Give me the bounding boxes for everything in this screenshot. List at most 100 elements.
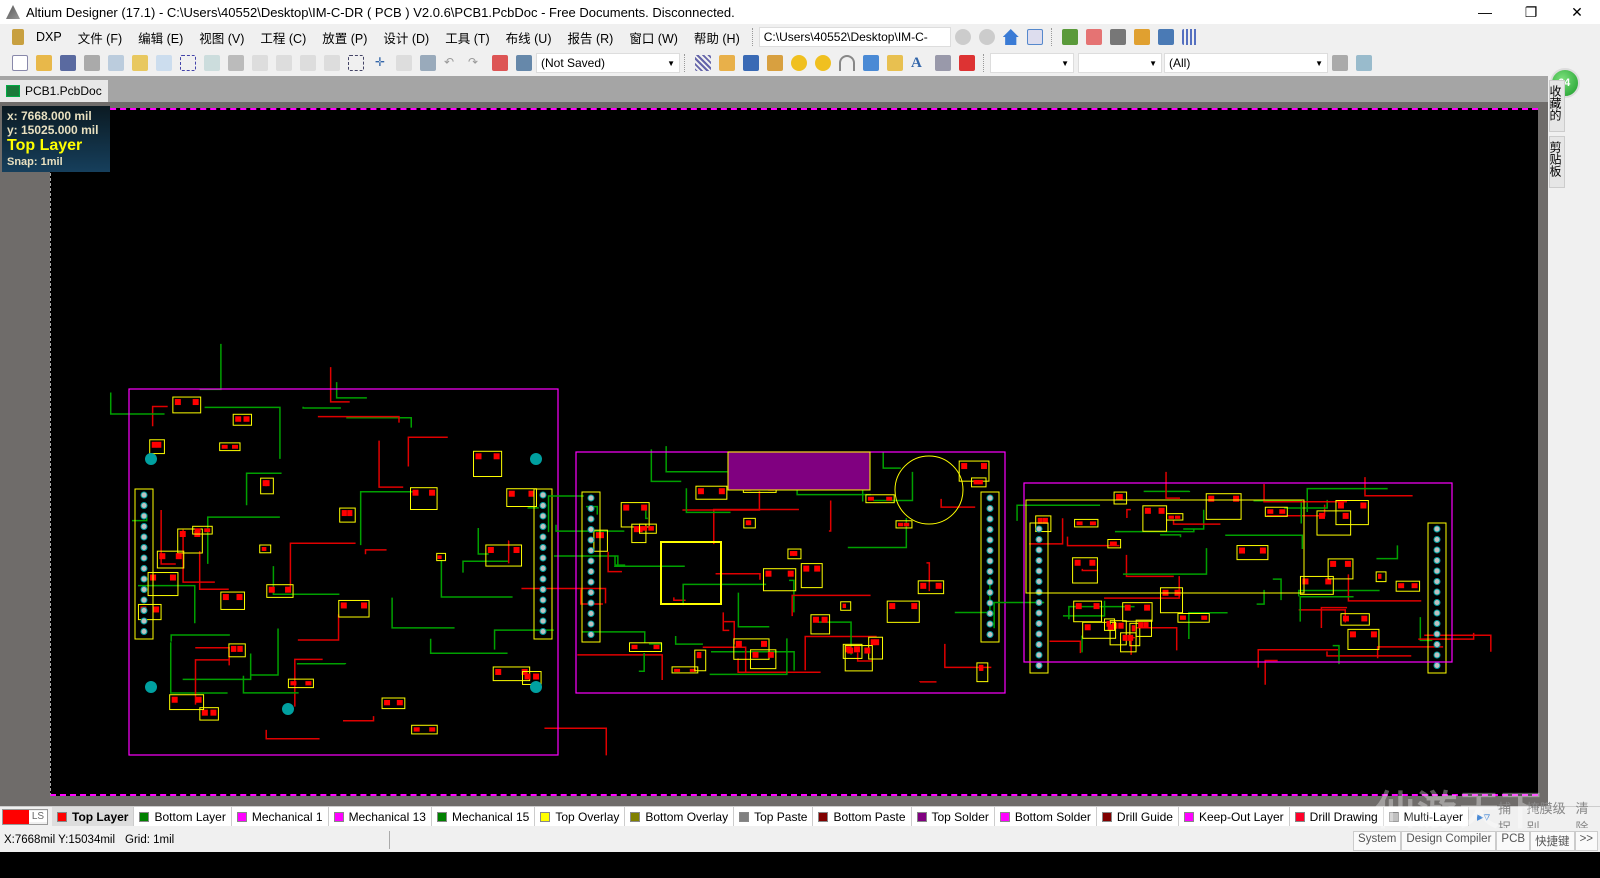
zoom-area-icon[interactable]	[180, 55, 196, 71]
redo-icon[interactable]: ↷	[468, 55, 484, 71]
menu-view[interactable]: 视图 (V)	[191, 28, 252, 47]
home-icon[interactable]	[1002, 29, 1019, 45]
zoom-fit-icon[interactable]	[156, 55, 172, 71]
cross-probe-icon[interactable]	[492, 55, 508, 71]
layer-tab-top-solder[interactable]: Top Solder	[911, 807, 995, 826]
rubber-stamp-icon[interactable]	[324, 55, 340, 71]
zoom-filter-icon[interactable]	[228, 55, 244, 71]
diff-pair-icon[interactable]	[719, 55, 735, 71]
path-combo[interactable]: C:\Users\40552\Desktop\IM-C-	[758, 27, 951, 47]
header-pin	[1035, 609, 1043, 617]
tab-pcb1[interactable]: PCB1.PcbDoc	[0, 80, 108, 102]
filter-dropdown-2[interactable]: ▼	[1078, 53, 1162, 73]
cut-icon[interactable]	[252, 55, 268, 71]
string-icon[interactable]: A	[911, 55, 927, 71]
trace	[346, 417, 413, 428]
layer-tab-bottom-paste[interactable]: Bottom Paste	[813, 807, 912, 826]
find-icon[interactable]	[1109, 29, 1126, 45]
pad	[429, 727, 436, 732]
align-icon[interactable]	[1085, 29, 1102, 45]
menu-window[interactable]: 窗口 (W)	[621, 28, 686, 47]
layer-tab-bottom-layer[interactable]: Bottom Layer	[134, 807, 232, 826]
menu-project[interactable]: 工程 (C)	[252, 28, 314, 47]
layer-tab-top-overlay[interactable]: Top Overlay	[535, 807, 626, 826]
polygon-icon[interactable]	[887, 55, 903, 71]
layer-tab-top-layer[interactable]: Top Layer	[52, 807, 135, 826]
trace	[1049, 640, 1082, 654]
print-preview-icon[interactable]	[108, 55, 124, 71]
forward-icon[interactable]	[978, 29, 995, 45]
measure-icon[interactable]	[1061, 29, 1078, 45]
new-icon[interactable]	[12, 55, 28, 71]
pad	[1118, 622, 1124, 629]
pad	[1179, 615, 1186, 620]
layer-tab-drill-drawing[interactable]: Drill Drawing	[1289, 807, 1384, 826]
favorites-panel-tab[interactable]: 收藏的	[1548, 80, 1565, 132]
back-icon[interactable]	[954, 29, 971, 45]
pcb-canvas[interactable]	[50, 108, 1538, 796]
clipboard-panel-tab[interactable]: 剪贴板	[1548, 136, 1565, 188]
restore-button[interactable]: ❐	[1508, 0, 1554, 24]
copy-icon[interactable]	[276, 55, 292, 71]
menu-tools[interactable]: 工具 (T)	[437, 28, 497, 47]
menu-file[interactable]: 文件 (F)	[70, 28, 130, 47]
trace	[242, 675, 299, 694]
close-button[interactable]: ✕	[1554, 0, 1600, 24]
layer-tab-top-paste[interactable]: Top Paste	[734, 807, 814, 826]
zoom-selected-icon[interactable]	[204, 55, 220, 71]
trace	[828, 500, 832, 532]
open-panel-icon[interactable]	[132, 55, 148, 71]
menu-help[interactable]: 帮助 (H)	[686, 28, 748, 47]
trace	[1272, 578, 1282, 601]
menu-place[interactable]: 放置 (P)	[314, 28, 375, 47]
menu-route[interactable]: 布线 (U)	[498, 28, 560, 47]
chevron-down-icon: ▼	[1061, 58, 1069, 68]
menu-reports[interactable]: 报告 (R)	[559, 28, 621, 47]
menu-design[interactable]: 设计 (D)	[375, 28, 437, 47]
toolbar-grip[interactable]	[751, 28, 755, 46]
layer-tab-bottom-overlay[interactable]: Bottom Overlay	[625, 807, 735, 826]
layer-set-button[interactable]: LS	[2, 808, 48, 825]
clear-filter-icon[interactable]	[420, 55, 436, 71]
via-icon[interactable]	[815, 55, 831, 71]
ruler-icon[interactable]	[1133, 29, 1150, 45]
browse-icon[interactable]	[516, 55, 532, 71]
pad-icon[interactable]	[791, 55, 807, 71]
apply-filter-icon[interactable]	[1332, 55, 1348, 71]
menu-edit[interactable]: 编辑 (E)	[130, 28, 191, 47]
layer-tab-drill-guide[interactable]: Drill Guide	[1096, 807, 1179, 826]
clear-errors-icon[interactable]	[959, 55, 975, 71]
minimize-button[interactable]: —	[1462, 0, 1508, 24]
paste-icon[interactable]	[300, 55, 316, 71]
pad	[159, 553, 166, 560]
filter-dropdown-all[interactable]: (All) ▼	[1164, 53, 1328, 73]
layer-tab-mechanical-1[interactable]: Mechanical 1	[231, 807, 329, 826]
select-area-icon[interactable]	[348, 55, 364, 71]
component-icon[interactable]	[935, 55, 951, 71]
layer-tab-mechanical-15[interactable]: Mechanical 15	[431, 807, 536, 826]
route-track-icon[interactable]	[767, 55, 783, 71]
document-icon[interactable]	[1026, 29, 1043, 45]
menu-dxp[interactable]: DXP	[28, 30, 70, 44]
layer-tab-bottom-solder[interactable]: Bottom Solder	[994, 807, 1097, 826]
filter-dropdown-1[interactable]: ▼	[990, 53, 1074, 73]
undo-icon[interactable]: ↶	[444, 55, 460, 71]
interactive-route-icon[interactable]	[695, 55, 711, 71]
move-icon[interactable]: ✛	[372, 55, 388, 71]
variant-dropdown[interactable]: (Not Saved) ▼	[536, 53, 680, 73]
more-panels-button[interactable]: >>	[1574, 831, 1598, 851]
layer-tab-mechanical-13[interactable]: Mechanical 13	[328, 807, 432, 826]
fill-icon[interactable]	[863, 55, 879, 71]
trace	[251, 628, 279, 676]
trace	[1266, 504, 1326, 517]
print-icon[interactable]	[84, 55, 100, 71]
room-icon[interactable]	[1157, 29, 1174, 45]
layer-tab-keep-out-layer[interactable]: Keep-Out Layer	[1178, 807, 1290, 826]
arc-icon[interactable]	[839, 55, 855, 71]
clear-filter-icon[interactable]	[1356, 55, 1372, 71]
save-icon[interactable]	[60, 55, 76, 71]
grid-icon[interactable]	[1181, 29, 1198, 45]
deselect-icon[interactable]	[396, 55, 412, 71]
multi-route-icon[interactable]	[743, 55, 759, 71]
open-icon[interactable]	[36, 55, 52, 71]
